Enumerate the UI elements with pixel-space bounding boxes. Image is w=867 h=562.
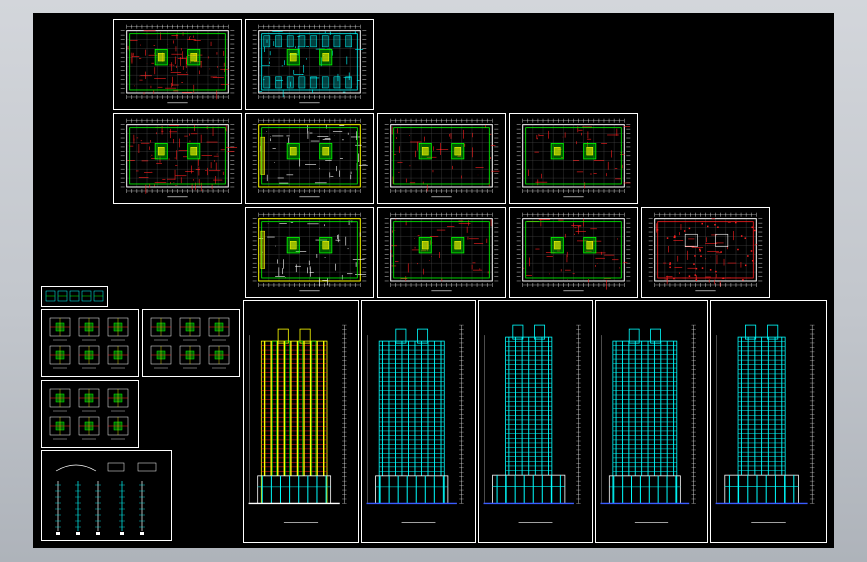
sheet-plan-7f[interactable] — [509, 207, 638, 298]
sheet-plan-basement-2[interactable] — [245, 19, 374, 110]
sheet-plan-ground[interactable] — [113, 113, 242, 204]
sheet-elev-north[interactable] — [361, 300, 476, 543]
detail-drawing — [49, 317, 129, 369]
sheet-plan-4f[interactable] — [509, 113, 638, 204]
elevation-drawing — [366, 324, 464, 524]
sheet-plan-2f[interactable] — [245, 113, 374, 204]
elevation-drawing — [483, 324, 581, 524]
floor-plan-drawing — [384, 212, 499, 292]
detail-drawing — [55, 462, 157, 535]
sheet-elev-south[interactable] — [243, 300, 359, 543]
sheet-detail-units-a[interactable] — [41, 309, 139, 377]
sheet-plan-basement-1[interactable] — [113, 19, 242, 110]
detail-drawing — [150, 317, 230, 369]
floor-plan-drawing — [120, 24, 235, 104]
floor-plan-drawing — [120, 118, 238, 198]
sheet-plan-roof[interactable] — [641, 207, 770, 298]
floor-plan-drawing — [648, 212, 763, 292]
floor-plan-drawing — [384, 118, 500, 198]
sheet-detail-small[interactable] — [41, 286, 108, 307]
sheet-elev-east[interactable] — [478, 300, 593, 543]
floor-plan-drawing — [252, 24, 367, 104]
floor-plan-drawing — [252, 212, 367, 292]
sheet-elev-west[interactable] — [595, 300, 708, 543]
elevation-drawing — [248, 324, 347, 524]
sheet-detail-units-b[interactable] — [142, 309, 240, 377]
floor-plan-drawing — [516, 118, 631, 198]
floor-plan-drawing — [516, 212, 631, 292]
sheet-plan-5f[interactable] — [245, 207, 374, 298]
cad-drawing-canvas[interactable] — [33, 13, 834, 548]
detail-drawing — [45, 290, 104, 302]
sheet-elev-side[interactable] — [710, 300, 827, 543]
sheet-detail-sections[interactable] — [41, 450, 172, 541]
detail-drawing — [49, 388, 129, 440]
sheet-detail-units-c[interactable] — [41, 380, 139, 448]
elevation-drawing — [600, 324, 696, 524]
floor-plan-drawing — [252, 118, 368, 198]
sheet-plan-6f[interactable] — [377, 207, 506, 298]
sheet-plan-3f[interactable] — [377, 113, 506, 204]
elevation-drawing — [715, 324, 815, 524]
